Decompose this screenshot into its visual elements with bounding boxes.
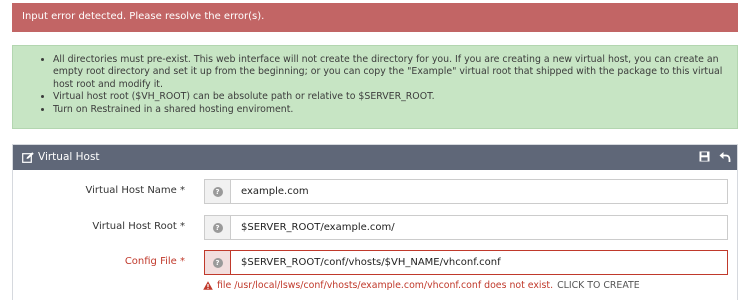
save-icon[interactable] — [699, 151, 710, 165]
help-button[interactable]: ? — [204, 250, 231, 275]
config-file-field[interactable]: $SERVER_ROOT/conf/vhosts/$VH_NAME/vhconf… — [230, 250, 728, 275]
info-list: All directories must pre-exist. This web… — [53, 54, 729, 116]
virtual-host-name-field[interactable]: example.com — [230, 179, 728, 204]
back-arrow-icon[interactable] — [719, 151, 731, 166]
help-icon: ? — [212, 222, 223, 233]
form-row-virtual-host-name: Virtual Host Name * ? example.com — [13, 179, 737, 204]
error-banner: Input error detected. Please resolve the… — [12, 3, 738, 32]
virtual-host-root-field[interactable]: $SERVER_ROOT/example.com/ — [230, 215, 728, 240]
warning-icon — [203, 281, 213, 290]
panel-title: Virtual Host — [22, 151, 100, 163]
form-row-virtual-host-root: Virtual Host Root * ? $SERVER_ROOT/examp… — [13, 215, 737, 240]
info-item: Virtual host root ($VH_ROOT) can be abso… — [53, 91, 729, 103]
config-file-error-text: file /usr/local/lsws/conf/vhosts/example… — [217, 280, 554, 291]
help-button[interactable]: ? — [204, 215, 231, 240]
info-item: Turn on Restrained in a shared hosting e… — [53, 104, 729, 116]
help-icon: ? — [212, 186, 223, 197]
info-item: All directories must pre-exist. This web… — [53, 54, 729, 91]
config-file-label: Config File * — [124, 256, 185, 267]
virtual-host-name-label: Virtual Host Name * — [85, 185, 185, 196]
help-button[interactable]: ? — [204, 179, 231, 204]
virtual-host-root-label: Virtual Host Root * — [92, 221, 185, 232]
info-box: All directories must pre-exist. This web… — [12, 45, 738, 129]
panel-title-text: Virtual Host — [38, 151, 100, 163]
config-file-error: file /usr/local/lsws/conf/vhosts/example… — [203, 280, 640, 291]
form-row-config-file: Config File * ? $SERVER_ROOT/conf/vhosts… — [13, 250, 737, 275]
error-banner-text: Input error detected. Please resolve the… — [22, 11, 265, 22]
panel-header: Virtual Host — [13, 145, 737, 170]
virtual-host-panel: Virtual Host Virtual Host Name * ? examp… — [12, 144, 738, 300]
edit-icon — [22, 151, 34, 163]
click-to-create-link[interactable]: CLICK TO CREATE — [557, 280, 640, 291]
help-icon: ? — [212, 257, 223, 268]
